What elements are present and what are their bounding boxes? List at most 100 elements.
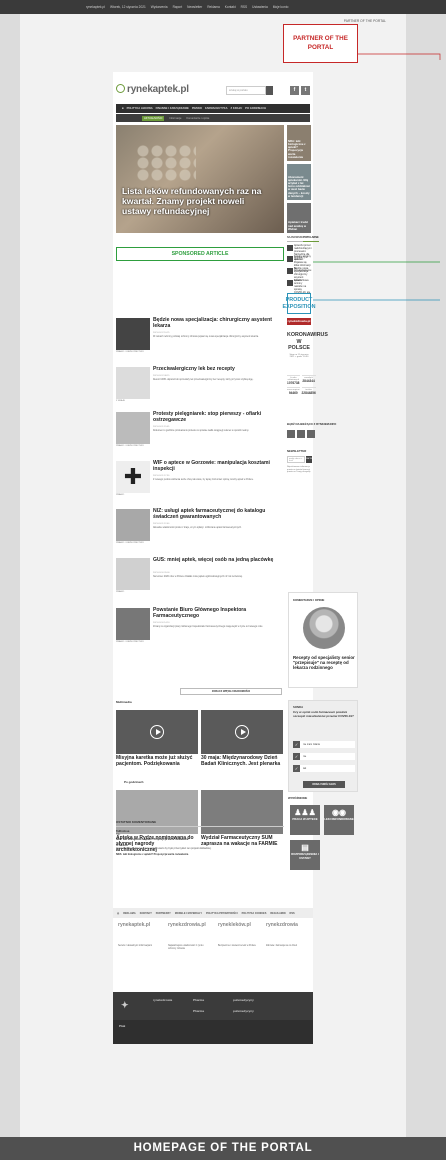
footer-link[interactable]: POLITYKA PRYWATNOŚCI (206, 912, 238, 915)
article-category[interactable]: Z KRAJU (116, 400, 125, 402)
home-icon[interactable]: ■ (122, 107, 124, 110)
nav-item[interactable]: FINANSE I ZARZĄDZANIE (156, 107, 189, 110)
partner-logo[interactable]: Pharma (193, 1009, 204, 1013)
article-thumb[interactable] (116, 558, 150, 590)
article-title[interactable]: WIF o aptece w Gorzowie: manipulacja kos… (153, 460, 283, 473)
side-article-title[interactable]: Aptekarz trudzi nad analizą w Wuhan (288, 221, 310, 231)
nav-item[interactable]: PRAWO (192, 107, 202, 110)
comment-opinion-widget[interactable]: KOMENTARZE I OPINIE Recepty od specjalis… (288, 592, 358, 688)
article-thumb[interactable] (116, 367, 150, 399)
newsletter-email-input[interactable]: podaj adres e-mail (287, 456, 305, 463)
facebook-icon[interactable]: f (290, 86, 299, 95)
article-title[interactable]: Przeciwalergiczny lek bez recepty (153, 366, 283, 373)
nav-item[interactable]: FARMACEUTYKA (205, 107, 228, 110)
footer-link[interactable]: POLITYKA COOKIES (242, 912, 267, 915)
poll-option[interactable]: ✓ tak (293, 765, 355, 772)
newsletter-subscribe-button[interactable]: ZAPISZ (306, 456, 313, 463)
article-thumb[interactable] (116, 608, 150, 640)
featured-tile[interactable]: ▤ ROZPORZĄDZENIA I USTAWY (290, 840, 320, 870)
footer-logo[interactable]: rynekaptek.pl (118, 922, 150, 928)
featured-tile[interactable]: ♟♟♟ PRACA W APTECE (290, 805, 320, 835)
article-category[interactable]: PRAWO (116, 494, 124, 496)
twitter-icon[interactable]: t (301, 86, 310, 95)
featured-tile[interactable]: ◉◉ LEKI REFUNDOWANE (324, 805, 354, 835)
twitter-icon[interactable] (307, 430, 315, 438)
footer-link[interactable]: MODELE I MATERIAŁY (175, 912, 202, 915)
play-icon[interactable] (235, 725, 249, 739)
article-item[interactable]: Z KRAJU Przeciwalergiczny lek bez recept… (116, 366, 284, 417)
comment-widget-title[interactable]: Recepty od specjalisty senior "przepisuj… (293, 655, 355, 670)
search-icon[interactable] (266, 86, 273, 95)
footer-link[interactable]: RSS (290, 912, 295, 915)
comment-article-link[interactable]: NRA: leki biologiczne z apteki? Propozyc… (116, 838, 284, 841)
hero-title[interactable]: Lista leków refundowanych raz na kwartał… (122, 186, 272, 217)
side-article[interactable]: Abonament aptekarski. Mój artykuł z lat … (287, 164, 311, 200)
article-item[interactable]: PRAWO I ORZECZNICTWO Będzie nowa specjal… (116, 317, 284, 368)
search-input[interactable]: szukaj w portalu (226, 86, 266, 95)
nav-item[interactable]: PO GODZINACH (245, 107, 266, 110)
subnav-item[interactable]: Informacje (169, 117, 181, 120)
footer-link[interactable]: REGULAMIN (270, 912, 285, 915)
more-news-button[interactable]: ZOBACZ WIĘCEJ WIADOMOŚCI (180, 688, 282, 695)
checkbox-icon[interactable]: ✓ (293, 753, 300, 760)
author-photo[interactable] (303, 607, 345, 649)
poll-option[interactable]: ✓ nie (293, 753, 355, 760)
side-article[interactable]: Aptekarz trudzi nad analizą w Wuhan (287, 203, 311, 233)
video-title[interactable]: Misyjna karetka może już służyć pacjento… (116, 755, 196, 768)
popular-thumb (287, 245, 293, 251)
footer-logo-icon[interactable]: ◎ (117, 912, 119, 915)
footer-link[interactable]: PARTNERZY (156, 912, 171, 915)
cross-icon[interactable]: ✚ (116, 461, 150, 493)
poll-option[interactable]: ✓ nie mam zdania (293, 741, 355, 748)
nav-item[interactable]: POLITYKA LEKOWA (127, 107, 153, 110)
article-category[interactable]: PRAWO I ORZECZNICTWO (116, 641, 144, 643)
article-item[interactable]: PRAWO I ORZECZNICTWO NIZ: usługi aptek f… (116, 508, 284, 559)
play-icon[interactable] (150, 725, 164, 739)
article-item[interactable]: PRAWO I ORZECZNICTWO Protesty pielęgniar… (116, 411, 284, 462)
footer-logo[interactable]: rynekzdrowia (266, 922, 298, 928)
checkbox-icon[interactable]: ✓ (293, 741, 300, 748)
facebook-icon[interactable] (297, 430, 305, 438)
article-category[interactable]: PRAWO I ORZECZNICTWO (116, 351, 144, 353)
footer-link[interactable]: KONTAKT (140, 912, 152, 915)
side-article[interactable]: NRA: leki biologiczne z apteki? Propozyc… (287, 125, 311, 161)
vote-button[interactable]: ODDAJ SWÓJ GŁOS (303, 781, 345, 788)
video-title[interactable]: 30 maja: Międzynarodowy Dzień Badań Klin… (201, 755, 281, 768)
rss-icon[interactable] (287, 430, 295, 438)
tab-latest[interactable]: NAJNOWSZE (287, 236, 303, 242)
partner-logo[interactable]: pulsmedycyny (233, 1009, 254, 1013)
article-title[interactable]: Protesty pielęgniarek: stop pierwszy - o… (153, 411, 283, 424)
partner-logo[interactable]: pulsmedycyny (233, 998, 254, 1002)
partner-logo[interactable]: rynekzdrowia (153, 998, 172, 1002)
side-article-title[interactable]: Abonament aptekarski. Mój artykuł z lat … (288, 175, 310, 198)
article-title[interactable]: Będzie nowa specjalizacja: chirurgiczny … (153, 317, 283, 330)
footer-logo[interactable]: rynekleków.pl (218, 922, 251, 928)
video-thumb[interactable] (116, 710, 198, 754)
footer-link[interactable]: REKLAMA (123, 912, 136, 915)
article-thumb[interactable] (116, 412, 150, 444)
subnav-item[interactable]: Komentarze i opinie (186, 117, 209, 120)
covid-widget-header[interactable]: rynekzdrowia.pl (287, 318, 311, 325)
article-item[interactable]: PRAWO GUS: mniej aptek, więcej osób na j… (116, 557, 284, 608)
portal-logo[interactable]: rynekaptek.pl (116, 84, 189, 95)
article-item[interactable]: PRAWO I ORZECZNICTWO Powstanie Biuro Głó… (116, 607, 284, 658)
article-thumb[interactable] (116, 318, 150, 350)
article-title[interactable]: Powstanie Biuro Głównego Inspektora Farm… (153, 607, 283, 620)
article-category[interactable]: PRAWO (116, 591, 124, 593)
article-title[interactable]: NIZ: usługi aptek farmaceutycznej do kat… (153, 508, 283, 521)
tab-popular[interactable]: POPULARNE (302, 236, 319, 242)
article-category[interactable]: PRAWO I ORZECZNICTWO (116, 542, 144, 544)
article-thumb[interactable] (116, 509, 150, 541)
nav-item[interactable]: Z KRAJU (231, 107, 243, 110)
hero-article[interactable]: Lista leków refundowanych raz na kwartał… (116, 125, 284, 233)
checkbox-icon[interactable]: ✓ (293, 765, 300, 772)
side-article-title[interactable]: NRA: leki biologiczne z apteki? Propozyc… (288, 139, 310, 159)
video-thumb[interactable] (201, 710, 283, 754)
subnav-item-active[interactable]: AKTUALNOŚCI (142, 115, 165, 121)
article-category[interactable]: PRAWO I ORZECZNICTWO (116, 445, 144, 447)
comment-article-link[interactable]: NRA: leki biologiczne z apteki? Propozyc… (116, 853, 284, 856)
article-title[interactable]: GUS: mniej aptek, więcej osób na jedną p… (153, 557, 283, 564)
partner-logo[interactable]: Pharma (193, 998, 204, 1002)
article-item[interactable]: ✚ PRAWO WIF o aptece w Gorzowie: manipul… (116, 460, 284, 511)
footer-logo[interactable]: rynekzdrowia.pl (168, 922, 206, 928)
